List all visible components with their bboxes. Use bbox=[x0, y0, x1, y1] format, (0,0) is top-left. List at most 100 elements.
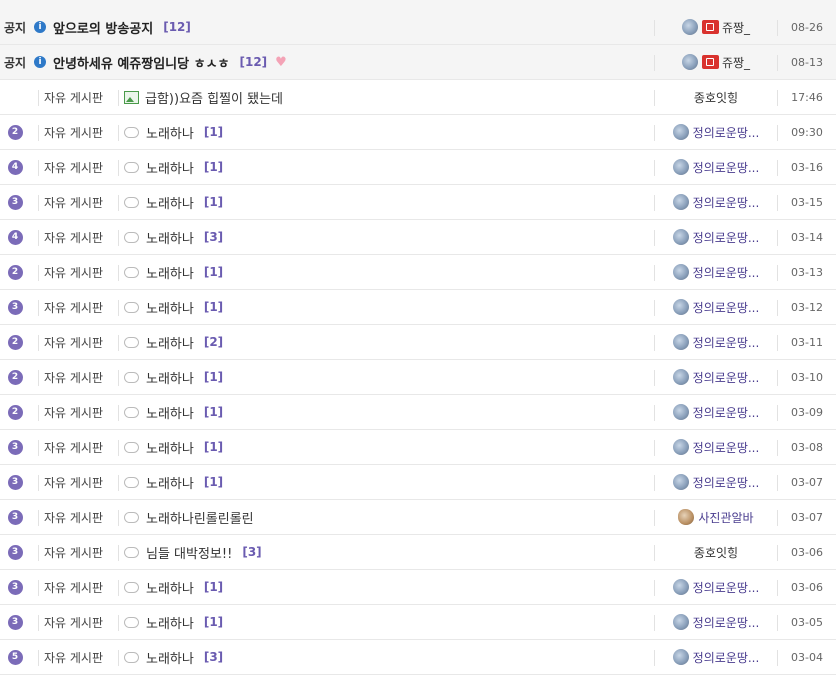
comment-count[interactable]: [1] bbox=[204, 265, 223, 279]
post-category[interactable]: 자유 게시판 bbox=[44, 159, 103, 176]
comment-count[interactable]: [3] bbox=[242, 545, 261, 559]
comment-count[interactable]: [12] bbox=[163, 20, 191, 34]
author-name[interactable]: 쥬짱_ bbox=[722, 54, 750, 71]
title-cell: 노래하나 [1] bbox=[124, 605, 650, 639]
reply-badge-cell: 2 bbox=[0, 360, 30, 394]
title-cell: 노래하나 [1] bbox=[124, 255, 650, 289]
notice-title-link[interactable]: 안녕하세유 예쥬짱임니당 ㅎㅅㅎ bbox=[53, 53, 230, 72]
post-date: 03-06 bbox=[791, 580, 823, 594]
reply-level-badge: 5 bbox=[7, 649, 23, 665]
author-name[interactable]: 종호잇힝 bbox=[694, 89, 738, 106]
comment-count[interactable]: [1] bbox=[204, 615, 223, 629]
reply-badge-cell: 3 bbox=[0, 185, 30, 219]
title-cell: 노래하나 [1] bbox=[124, 395, 650, 429]
author-name[interactable]: 정의로운땅... bbox=[693, 439, 760, 456]
post-category[interactable]: 자유 게시판 bbox=[44, 439, 103, 456]
post-date: 09:30 bbox=[791, 125, 823, 139]
post-title-link[interactable]: 노래하나 bbox=[146, 193, 194, 212]
post-title-link[interactable]: 노래하나 bbox=[146, 228, 194, 247]
column-divider bbox=[118, 335, 119, 351]
author-name[interactable]: 정의로운땅... bbox=[693, 474, 760, 491]
reply-badge-cell: 3 bbox=[0, 430, 30, 464]
comment-bubble-icon bbox=[124, 126, 139, 138]
comment-count[interactable]: [2] bbox=[204, 335, 223, 349]
post-title-link[interactable]: 노래하나 bbox=[146, 333, 194, 352]
author-cell: 정의로운땅... bbox=[656, 255, 776, 289]
comment-count[interactable]: [1] bbox=[204, 580, 223, 594]
post-category[interactable]: 자유 게시판 bbox=[44, 614, 103, 631]
reply-badge-cell: 5 bbox=[0, 640, 30, 674]
author-name[interactable]: 사진관알바 bbox=[698, 509, 753, 526]
column-divider bbox=[118, 265, 119, 281]
author-name[interactable]: 정의로운땅... bbox=[693, 159, 760, 176]
post-title-link[interactable]: 노래하나 bbox=[146, 403, 194, 422]
comment-bubble-icon bbox=[124, 161, 139, 173]
comment-count[interactable]: [1] bbox=[204, 195, 223, 209]
author-name[interactable]: 정의로운땅... bbox=[693, 334, 760, 351]
post-title-link[interactable]: 노래하나 bbox=[146, 473, 194, 492]
post-category[interactable]: 자유 게시판 bbox=[44, 229, 103, 246]
author-name[interactable]: 정의로운땅... bbox=[693, 404, 760, 421]
author-name[interactable]: 정의로운땅... bbox=[693, 579, 760, 596]
author-name[interactable]: 정의로운땅... bbox=[693, 299, 760, 316]
comment-count[interactable]: [1] bbox=[204, 440, 223, 454]
author-name[interactable]: 정의로운땅... bbox=[693, 229, 760, 246]
author-name[interactable]: 정의로운땅... bbox=[693, 124, 760, 141]
post-category[interactable]: 자유 게시판 bbox=[44, 194, 103, 211]
post-title-link[interactable]: 노래하나린롤린롤린 bbox=[146, 508, 254, 527]
post-title-link[interactable]: 노래하나 bbox=[146, 123, 194, 142]
author-name[interactable]: 정의로운땅... bbox=[693, 614, 760, 631]
post-title-link[interactable]: 노래하나 bbox=[146, 263, 194, 282]
post-category[interactable]: 자유 게시판 bbox=[44, 369, 103, 386]
author-name[interactable]: 쥬짱_ bbox=[722, 19, 750, 36]
comment-bubble-icon bbox=[124, 336, 139, 348]
comment-count[interactable]: [3] bbox=[204, 230, 223, 244]
notice-label: 공지 bbox=[3, 20, 27, 35]
category-cell: 자유 게시판 bbox=[44, 500, 120, 534]
post-row: 5 자유 게시판 노래하나 [3] 정의로운땅... 03-04 bbox=[0, 640, 836, 675]
post-category[interactable]: 자유 게시판 bbox=[44, 579, 103, 596]
author-name[interactable]: 종호잇힝 bbox=[694, 544, 738, 561]
avatar bbox=[672, 264, 689, 280]
title-cell: 노래하나 [1] bbox=[124, 430, 650, 464]
author-name[interactable]: 정의로운땅... bbox=[693, 649, 760, 666]
post-category[interactable]: 자유 게시판 bbox=[44, 649, 103, 666]
post-title-link[interactable]: 노래하나 bbox=[146, 368, 194, 387]
post-title-link[interactable]: 급함))요즘 힙찔이 됐는데 bbox=[145, 88, 283, 107]
post-title-link[interactable]: 노래하나 bbox=[146, 648, 194, 667]
comment-count[interactable]: [12] bbox=[240, 55, 268, 69]
post-category[interactable]: 자유 게시판 bbox=[44, 404, 103, 421]
comment-count[interactable]: [3] bbox=[204, 650, 223, 664]
post-category[interactable]: 자유 게시판 bbox=[44, 509, 103, 526]
post-category[interactable]: 자유 게시판 bbox=[44, 89, 103, 106]
column-divider bbox=[654, 335, 655, 351]
post-title-link[interactable]: 노래하나 bbox=[146, 613, 194, 632]
post-title-link[interactable]: 노래하나 bbox=[146, 438, 194, 457]
post-category[interactable]: 자유 게시판 bbox=[44, 124, 103, 141]
reply-badge-cell: 3 bbox=[0, 465, 30, 499]
author-cell: 정의로운땅... bbox=[656, 325, 776, 359]
author-name[interactable]: 정의로운땅... bbox=[693, 264, 760, 281]
post-category[interactable]: 자유 게시판 bbox=[44, 544, 103, 561]
category-cell: 자유 게시판 bbox=[44, 115, 120, 149]
column-divider bbox=[118, 615, 119, 631]
comment-count[interactable]: [1] bbox=[204, 475, 223, 489]
post-category[interactable]: 자유 게시판 bbox=[44, 299, 103, 316]
post-category[interactable]: 자유 게시판 bbox=[44, 474, 103, 491]
author-name[interactable]: 정의로운땅... bbox=[693, 369, 760, 386]
post-date: 03-09 bbox=[791, 405, 823, 419]
post-title-link[interactable]: 님들 대박정보!! bbox=[146, 543, 232, 562]
column-divider bbox=[38, 160, 39, 176]
comment-count[interactable]: [1] bbox=[204, 300, 223, 314]
post-category[interactable]: 자유 게시판 bbox=[44, 334, 103, 351]
post-category[interactable]: 자유 게시판 bbox=[44, 264, 103, 281]
post-title-link[interactable]: 노래하나 bbox=[146, 298, 194, 317]
comment-count[interactable]: [1] bbox=[204, 160, 223, 174]
author-name[interactable]: 정의로운땅... bbox=[693, 194, 760, 211]
comment-count[interactable]: [1] bbox=[204, 125, 223, 139]
notice-title-link[interactable]: 앞으로의 방송공지 bbox=[53, 18, 153, 37]
post-title-link[interactable]: 노래하나 bbox=[146, 158, 194, 177]
comment-count[interactable]: [1] bbox=[204, 405, 223, 419]
post-title-link[interactable]: 노래하나 bbox=[146, 578, 194, 597]
comment-count[interactable]: [1] bbox=[204, 370, 223, 384]
